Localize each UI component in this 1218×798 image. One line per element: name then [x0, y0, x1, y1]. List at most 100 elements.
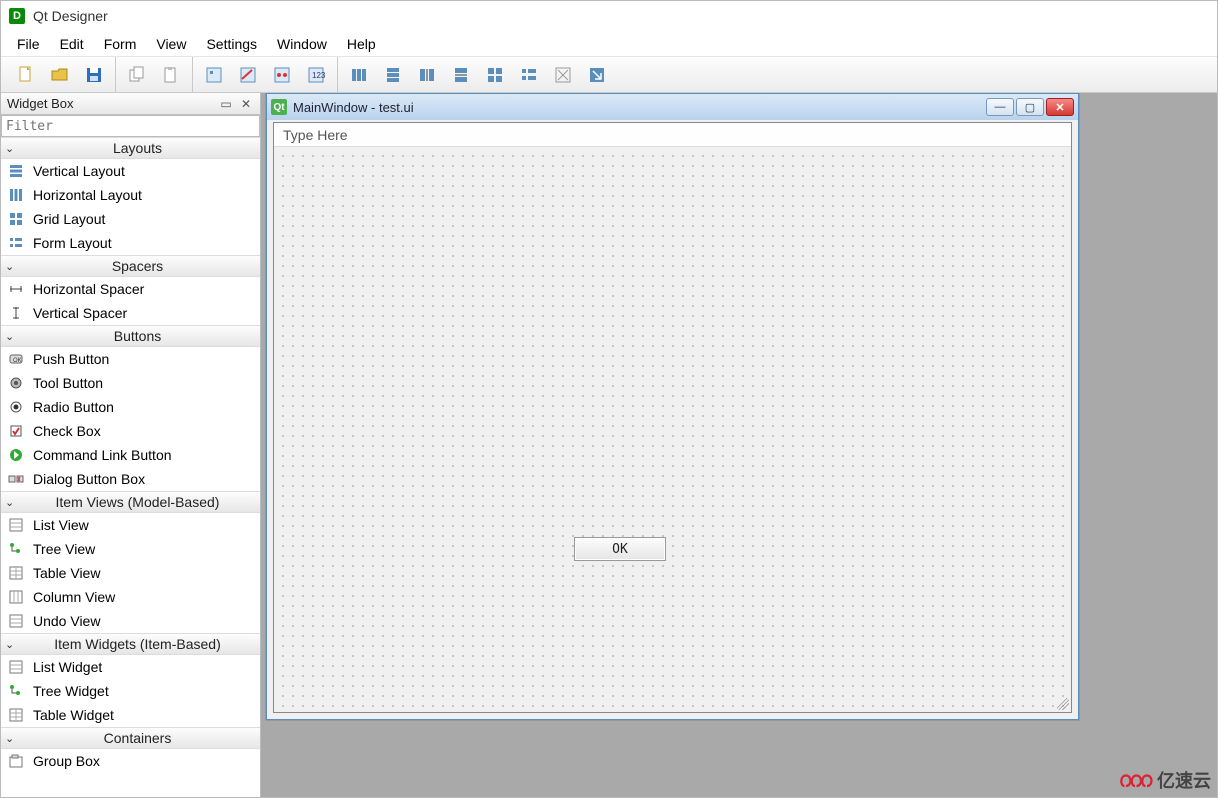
widget-label: Tree Widget: [33, 683, 109, 699]
widget-item[interactable]: Check Box: [1, 419, 260, 443]
maximize-button[interactable]: ▢: [1016, 98, 1044, 116]
widget-item[interactable]: Dialog Button Box: [1, 467, 260, 491]
widget-icon: [7, 564, 25, 582]
layout-h-split-button[interactable]: [413, 61, 441, 89]
menu-help[interactable]: Help: [337, 34, 386, 54]
app-title: Qt Designer: [33, 8, 108, 24]
widget-icon: [7, 706, 25, 724]
widget-label: Horizontal Layout: [33, 187, 142, 203]
widget-icon: [7, 588, 25, 606]
resize-grip-icon[interactable]: [1057, 698, 1069, 710]
minimize-button[interactable]: —: [986, 98, 1014, 116]
chevron-down-icon: ⌄: [5, 496, 19, 509]
form-central-widget[interactable]: OK: [274, 147, 1071, 712]
widget-label: List View: [33, 517, 89, 533]
layout-vertical-button[interactable]: [379, 61, 407, 89]
widget-icon: [7, 422, 25, 440]
category-header[interactable]: ⌄Spacers: [1, 255, 260, 277]
layout-v-split-button[interactable]: [447, 61, 475, 89]
widget-item[interactable]: Table View: [1, 561, 260, 585]
break-layout-button[interactable]: [549, 61, 577, 89]
widget-item[interactable]: OKPush Button: [1, 347, 260, 371]
dock-header: Widget Box ▭ ✕: [1, 93, 260, 115]
paste-button[interactable]: [157, 61, 185, 89]
widget-icon: [7, 186, 25, 204]
widget-item[interactable]: Command Link Button: [1, 443, 260, 467]
category-label: Item Views (Model-Based): [19, 494, 256, 510]
widget-item[interactable]: Tree View: [1, 537, 260, 561]
widget-item[interactable]: Tool Button: [1, 371, 260, 395]
menu-bar: File Edit Form View Settings Window Help: [1, 31, 1217, 57]
widget-item[interactable]: Tree Widget: [1, 679, 260, 703]
menu-edit[interactable]: Edit: [50, 34, 94, 54]
menu-form[interactable]: Form: [94, 34, 147, 54]
widget-item[interactable]: Grid Layout: [1, 207, 260, 231]
new-button[interactable]: [12, 61, 40, 89]
widget-item[interactable]: Column View: [1, 585, 260, 609]
open-button[interactable]: [46, 61, 74, 89]
form-canvas[interactable]: Type Here OK: [273, 122, 1072, 713]
form-subwindow: Qt MainWindow - test.ui — ▢ ✕ Type Here …: [266, 93, 1079, 720]
widget-item[interactable]: Form Layout: [1, 231, 260, 255]
category-header[interactable]: ⌄Containers: [1, 727, 260, 749]
widget-item[interactable]: Undo View: [1, 609, 260, 633]
widget-item[interactable]: Vertical Spacer: [1, 301, 260, 325]
widget-item[interactable]: Radio Button: [1, 395, 260, 419]
widget-label: Dialog Button Box: [33, 471, 145, 487]
widget-label: Horizontal Spacer: [33, 281, 144, 297]
app-icon: D: [9, 8, 25, 24]
title-bar: D Qt Designer: [1, 1, 1217, 31]
menu-file[interactable]: File: [7, 34, 50, 54]
close-button[interactable]: ✕: [1046, 98, 1074, 116]
adjust-size-button[interactable]: [583, 61, 611, 89]
edit-buddies-button[interactable]: [268, 61, 296, 89]
dock-float-button[interactable]: ▭: [218, 96, 234, 112]
subwindow-title: MainWindow - test.ui: [293, 100, 414, 115]
chevron-down-icon: ⌄: [5, 142, 19, 155]
category-label: Layouts: [19, 140, 256, 156]
dock-close-button[interactable]: ✕: [238, 96, 254, 112]
edit-widgets-button[interactable]: [200, 61, 228, 89]
widget-label: Command Link Button: [33, 447, 172, 463]
widget-label: Vertical Layout: [33, 163, 125, 179]
widget-item[interactable]: List View: [1, 513, 260, 537]
widget-item[interactable]: Table Widget: [1, 703, 260, 727]
layout-grid-button[interactable]: [481, 61, 509, 89]
widget-icon: [7, 516, 25, 534]
widget-label: List Widget: [33, 659, 102, 675]
widget-icon: [7, 234, 25, 252]
widget-item[interactable]: Vertical Layout: [1, 159, 260, 183]
widget-item[interactable]: List Widget: [1, 655, 260, 679]
ok-button[interactable]: OK: [574, 537, 666, 561]
category-header[interactable]: ⌄Item Views (Model-Based): [1, 491, 260, 513]
edit-tab-order-button[interactable]: 123: [302, 61, 330, 89]
form-menubar[interactable]: Type Here: [274, 123, 1071, 147]
menu-settings[interactable]: Settings: [196, 34, 267, 54]
category-header[interactable]: ⌄Buttons: [1, 325, 260, 347]
chevron-down-icon: ⌄: [5, 638, 19, 651]
widget-list[interactable]: ⌄LayoutsVertical LayoutHorizontal Layout…: [1, 137, 260, 797]
type-here-placeholder[interactable]: Type Here: [274, 124, 357, 146]
widget-icon: [7, 540, 25, 558]
edit-signals-button[interactable]: [234, 61, 262, 89]
widget-icon: [7, 752, 25, 770]
filter-input[interactable]: [1, 115, 260, 137]
menu-window[interactable]: Window: [267, 34, 337, 54]
widget-item[interactable]: Group Box: [1, 749, 260, 773]
widget-box-dock: Widget Box ▭ ✕ ⌄LayoutsVertical LayoutHo…: [1, 93, 261, 797]
widget-item[interactable]: Horizontal Spacer: [1, 277, 260, 301]
widget-icon: [7, 304, 25, 322]
widget-icon: [7, 210, 25, 228]
category-header[interactable]: ⌄Item Widgets (Item-Based): [1, 633, 260, 655]
copy-button[interactable]: [123, 61, 151, 89]
mdi-area: Qt MainWindow - test.ui — ▢ ✕ Type Here …: [261, 93, 1217, 797]
layout-form-button[interactable]: [515, 61, 543, 89]
category-header[interactable]: ⌄Layouts: [1, 137, 260, 159]
layout-horizontal-button[interactable]: [345, 61, 373, 89]
widget-label: Tree View: [33, 541, 95, 557]
menu-view[interactable]: View: [146, 34, 196, 54]
widget-label: Tool Button: [33, 375, 103, 391]
subwindow-title-bar[interactable]: Qt MainWindow - test.ui — ▢ ✕: [267, 94, 1078, 120]
widget-item[interactable]: Horizontal Layout: [1, 183, 260, 207]
save-button[interactable]: [80, 61, 108, 89]
